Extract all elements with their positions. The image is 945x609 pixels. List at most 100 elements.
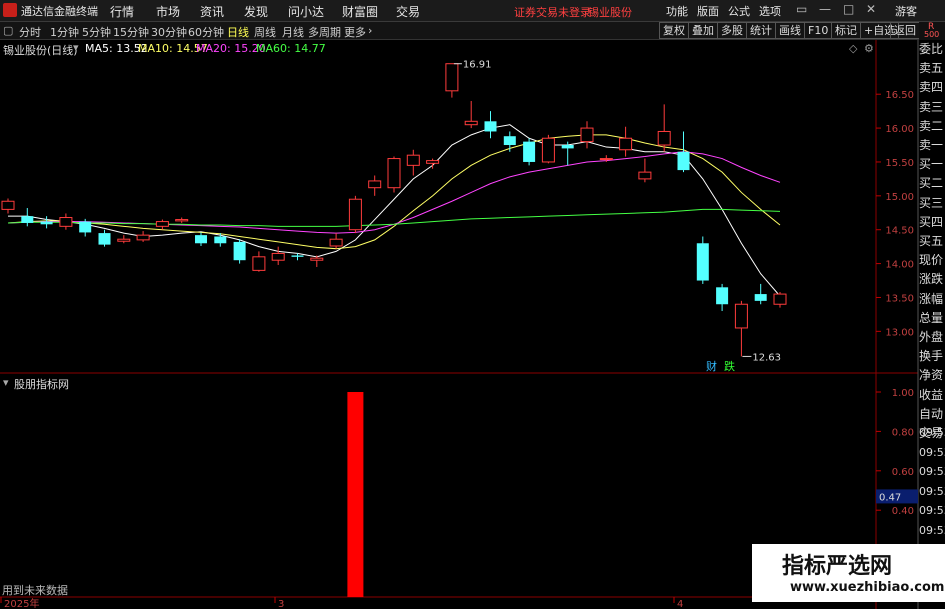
app-logo-icon <box>3 3 17 17</box>
period-daily[interactable]: 日线 <box>227 24 249 40</box>
sub-y-tick-label: 0.60 <box>892 467 914 478</box>
period-multi[interactable]: 多周期 <box>308 24 341 40</box>
period-30min[interactable]: 30分钟 <box>151 24 187 40</box>
tool-back[interactable]: 返回 <box>890 22 920 39</box>
diamond-icon[interactable]: ◇ <box>849 42 857 55</box>
candle-body <box>580 127 594 143</box>
menu-layout[interactable]: 版面 <box>697 3 719 19</box>
candle-body <box>79 221 92 233</box>
chevron-down-icon[interactable]: ▾ <box>73 41 79 54</box>
menu-news[interactable]: 资讯 <box>200 3 224 20</box>
quote-label-16: 换手 <box>919 349 944 364</box>
trade-time-1: 09:53 <box>919 445 945 459</box>
period-intraday[interactable]: 分时 <box>19 24 41 40</box>
period-monthly[interactable]: 月线 <box>282 24 304 40</box>
rating-value: 500 <box>924 30 940 39</box>
tool-f10[interactable]: F10 <box>804 22 833 39</box>
maximize-icon[interactable]: □ <box>843 2 854 16</box>
y-tick-label: 16.50 <box>885 90 914 101</box>
candle-body <box>1 200 15 210</box>
candle-body <box>136 234 150 241</box>
period-weekly[interactable]: 周线 <box>254 24 276 40</box>
stock-title: 锡业股份 <box>588 6 632 19</box>
candle-body <box>716 287 729 305</box>
candle-body <box>310 257 324 261</box>
quote-label-15: 外盘 <box>919 330 944 344</box>
menu-functions[interactable]: 功能 <box>666 3 688 19</box>
settings-icon[interactable]: ⚙ <box>864 42 874 55</box>
candle-body <box>252 256 266 271</box>
tool-mark[interactable]: 标记 <box>831 22 861 39</box>
quote-label-19: 自动 <box>919 406 944 421</box>
signal-bar <box>347 392 364 597</box>
square-icon[interactable]: ▢ <box>3 24 13 37</box>
period-5min[interactable]: 5分钟 <box>82 24 111 40</box>
ma60-label: MA60: 14.77 <box>256 42 326 55</box>
y-tick-label: 13.50 <box>885 293 914 304</box>
quote-label-10: 买五 <box>919 234 944 248</box>
period-60min[interactable]: 60分钟 <box>188 24 224 40</box>
tool-adjust-rights[interactable]: 复权 <box>659 22 689 39</box>
restore-window-icon[interactable]: ▭ <box>796 2 807 16</box>
kline-chart[interactable]: 16.50 16.00 15.50 15.00 14.50 14.00 13.50 13.00… <box>0 40 945 609</box>
watermark-url: www.xuezhibiao.com <box>790 580 945 595</box>
menu-discover[interactable]: 发现 <box>244 3 268 20</box>
candle-body <box>754 294 767 301</box>
candle-body <box>117 238 131 242</box>
trade-login-status[interactable]: 证券交易未登录 <box>514 4 591 20</box>
candle-body <box>329 238 343 247</box>
close-icon[interactable]: ✕ <box>866 2 876 16</box>
menu-trade[interactable]: 交易 <box>396 3 420 20</box>
period-15min[interactable]: 15分钟 <box>113 24 149 40</box>
candle-body <box>406 154 420 166</box>
candle-body <box>426 160 440 164</box>
menu-wealth-circle[interactable]: 财富圈 <box>342 3 378 20</box>
period-more[interactable]: 更多 <box>344 24 366 40</box>
tool-draw-line[interactable]: 画线 <box>775 22 805 39</box>
chevron-right-icon[interactable]: › <box>368 24 372 37</box>
finance-badge[interactable]: 财 <box>706 358 717 374</box>
sub-chart-caption: 股朋指标网 <box>14 378 69 391</box>
menu-options[interactable]: 选项 <box>759 3 781 19</box>
candle-body <box>677 151 690 171</box>
menu-market-quotes[interactable]: 行情 <box>110 3 134 20</box>
candle-body <box>523 141 536 162</box>
candle-body <box>291 255 304 257</box>
candle-body <box>214 236 227 244</box>
menu-market[interactable]: 市场 <box>156 3 180 20</box>
quote-label-11: 现价 <box>919 253 944 268</box>
high-price-label: 16.91 <box>463 60 492 71</box>
watermark: 指标严选网 www.xuezhibiao.com <box>752 544 945 602</box>
quote-label-17: 净资 <box>919 368 944 383</box>
candle-body <box>561 145 574 149</box>
tool-multi-stock[interactable]: 多股 <box>717 22 747 39</box>
low-price-label: 12.63 <box>752 352 781 363</box>
menu-bar: 通达信金融终端 行情 市场 资讯 发现 问小达 财富圈 交易 证券交易未登录 锡… <box>0 0 945 22</box>
quote-label-7: 买二 <box>919 176 944 191</box>
candle-body <box>175 219 189 222</box>
tool-statistics[interactable]: 统计 <box>746 22 776 39</box>
candle-body <box>464 120 478 126</box>
trade-time-0: 09:53 <box>919 426 945 439</box>
chevron-down-icon[interactable]: ▾ <box>3 376 9 389</box>
minimize-icon[interactable]: — <box>819 2 831 16</box>
candle-body <box>348 198 362 231</box>
period-1min[interactable]: 1分钟 <box>50 24 79 40</box>
quote-label-0: 委比 <box>919 42 944 56</box>
tool-overlay[interactable]: 叠加 <box>688 22 718 39</box>
candle-body <box>599 158 613 161</box>
user-guest[interactable]: 游客 <box>895 3 917 19</box>
candle-body <box>773 293 787 305</box>
menu-formula[interactable]: 公式 <box>728 3 750 19</box>
candle-body <box>59 217 73 227</box>
candle-body <box>734 303 748 329</box>
menu-ask-xiaoda[interactable]: 问小达 <box>288 3 324 20</box>
sub-y-tick-label: 0.40 <box>892 506 914 517</box>
quote-label-8: 买三 <box>919 195 944 210</box>
fall-badge[interactable]: 跌 <box>724 358 735 374</box>
quote-label-9: 买四 <box>919 214 944 229</box>
quote-label-1: 卖五 <box>919 61 944 76</box>
trade-time-4: 09:53 <box>919 504 945 517</box>
candle-body <box>503 136 516 146</box>
quote-label-2: 卖四 <box>919 80 944 95</box>
